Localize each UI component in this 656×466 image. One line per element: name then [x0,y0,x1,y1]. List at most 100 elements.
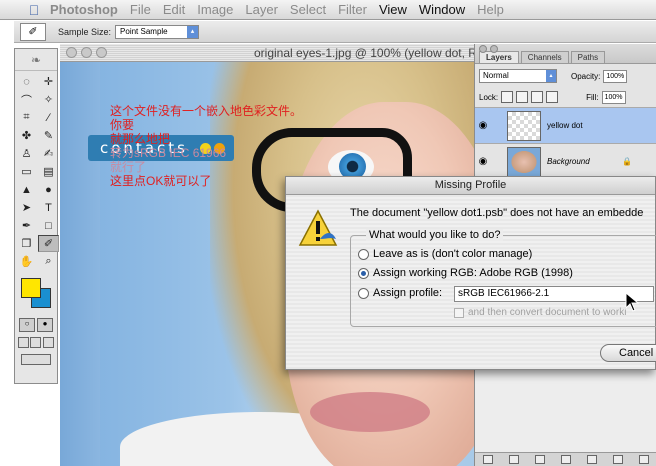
new-group-icon[interactable] [587,455,597,464]
zoom-tool-icon[interactable]: ⌕ [38,253,59,270]
path-select-icon[interactable]: ➤ [16,199,37,216]
lock-transparency-checkbox[interactable] [501,91,514,103]
layer-style-icon[interactable] [509,455,519,464]
blend-mode-value: Normal [483,71,509,80]
option-leave-as-is[interactable]: Leave as is (don't color manage) [358,248,532,260]
visibility-eye-icon[interactable]: ◉ [475,120,491,131]
standard-mode-button[interactable]: ○ [19,318,35,332]
tool-preset-picker[interactable]: ✐ [20,22,46,41]
link-icon[interactable] [483,455,493,464]
sample-size-select[interactable]: Point Sample ▴ [115,24,200,39]
lock-label: Lock: [479,92,499,102]
option-assign-working-rgb[interactable]: Assign working RGB: Adobe RGB (1998) [358,267,573,279]
convert-label: and then convert document to worki [468,307,627,318]
annotation-overlap-2: 就行了 [110,160,147,174]
feather-icon[interactable]: ❧ [15,49,57,71]
layer-thumbnail [507,110,541,141]
layer-row-background[interactable]: ◉ Background 🔒 [475,143,656,179]
menu-window[interactable]: Window [419,2,465,17]
jump-to-imageready-button[interactable] [21,354,51,365]
foreground-color-swatch[interactable] [21,278,41,298]
opacity-field[interactable]: 100% [603,69,628,83]
full-screen-button[interactable] [43,337,55,348]
trash-icon[interactable] [639,455,649,464]
photo-lips [310,392,430,432]
apple-menu-icon[interactable]:  [24,2,44,18]
menu-edit[interactable]: Edit [163,2,185,17]
fill-field[interactable]: 100% [601,90,626,104]
slice-tool-icon[interactable]: ∕ [38,109,59,126]
zoom-window-button[interactable] [96,47,107,58]
hand-tool-icon[interactable]: ✋ [16,253,37,270]
palette-close-button[interactable] [479,45,487,53]
layer-name: yellow dot [547,121,583,130]
move-tool-icon[interactable]: ✛ [38,73,59,90]
tab-channels[interactable]: Channels [520,51,569,63]
convert-checkbox [454,307,464,318]
shape-tool-icon[interactable]: □ [38,217,59,234]
blend-mode-select[interactable]: Normal ▴ [479,69,557,83]
dodge-tool-icon[interactable]: ● [38,181,59,198]
layers-footer [475,452,656,466]
sample-size-label: Sample Size: [58,26,112,37]
option-assign-profile[interactable]: Assign profile: [358,287,442,299]
magic-wand-icon[interactable]: ✧ [38,91,59,108]
document-titlebar[interactable]: original eyes-1.jpg @ 100% (yellow dot, … [60,44,482,62]
full-screen-menu-button[interactable] [30,337,42,348]
lock-image-checkbox[interactable] [516,91,529,103]
healing-brush-icon[interactable]: ✤ [16,127,37,144]
cancel-button[interactable]: Cancel [600,344,656,362]
menu-help[interactable]: Help [477,2,504,17]
minimize-window-button[interactable] [81,47,92,58]
blur-tool-icon[interactable]: ▲ [16,181,37,198]
gradient-tool-icon[interactable]: ▤ [38,163,59,180]
type-tool-icon[interactable]: T [38,199,59,216]
clone-stamp-icon[interactable]: ♙ [16,145,37,162]
layer-row-yellow-dot[interactable]: ◉ yellow dot [475,107,656,143]
new-layer-icon[interactable] [613,455,623,464]
option-label: Assign profile: [373,287,443,299]
group-label: What would you like to do? [366,229,504,241]
close-window-button[interactable] [66,47,77,58]
document-title: original eyes-1.jpg @ 100% (yellow dot, … [254,46,477,60]
layer-name: Background [547,157,590,166]
menu-image[interactable]: Image [197,2,233,17]
eyedropper-icon: ✐ [28,26,38,38]
menu-select[interactable]: Select [290,2,326,17]
radio-assign-profile[interactable] [358,287,369,299]
fill-label: Fill: [586,92,599,102]
tab-paths[interactable]: Paths [570,51,606,63]
eyedropper-tool-icon[interactable]: ✐ [38,235,59,252]
visibility-eye-icon[interactable]: ◉ [475,156,491,167]
radio-leave-as-is[interactable] [358,248,369,260]
menu-layer[interactable]: Layer [245,2,278,17]
menu-filter[interactable]: Filter [338,2,367,17]
menu-photoshop[interactable]: Photoshop [50,2,118,17]
mouse-pointer-icon [625,292,639,312]
adjustment-layer-icon[interactable] [561,455,571,464]
brush-tool-icon[interactable]: ✎ [38,127,59,144]
palette-collapse-button[interactable] [490,45,498,53]
layer-thumbnail [507,146,541,177]
crop-tool-icon[interactable]: ⌗ [16,109,37,126]
annotation-line: 这个文件没有一个嵌入地色彩文件。 [110,104,303,118]
sample-size-value: Point Sample [120,26,168,36]
dialog-title: Missing Profile [286,177,655,195]
notes-tool-icon[interactable]: ❐ [16,235,37,252]
profile-select[interactable]: sRGB IEC61966-2.1 [454,286,654,302]
annotation-line: 这里点OK就可以了 [110,174,212,188]
menu-view[interactable]: View [379,2,407,17]
radio-assign-working-rgb[interactable] [358,267,369,279]
standard-screen-button[interactable] [17,337,29,348]
annotation-overlap: 转为sRGB IEC 61966 [110,146,227,160]
history-brush-icon[interactable]: ✍ [38,145,59,162]
menu-file[interactable]: File [130,2,151,17]
lock-all-checkbox[interactable] [546,91,559,103]
eraser-tool-icon[interactable]: ▭ [16,163,37,180]
mask-icon[interactable] [535,455,545,464]
marquee-tool-icon[interactable]: ◌ [16,73,37,90]
pen-tool-icon[interactable]: ✒ [16,217,37,234]
lock-position-checkbox[interactable] [531,91,544,103]
lasso-tool-icon[interactable]: ⌒ [16,91,37,108]
quick-mask-mode-button[interactable]: ● [37,318,53,332]
